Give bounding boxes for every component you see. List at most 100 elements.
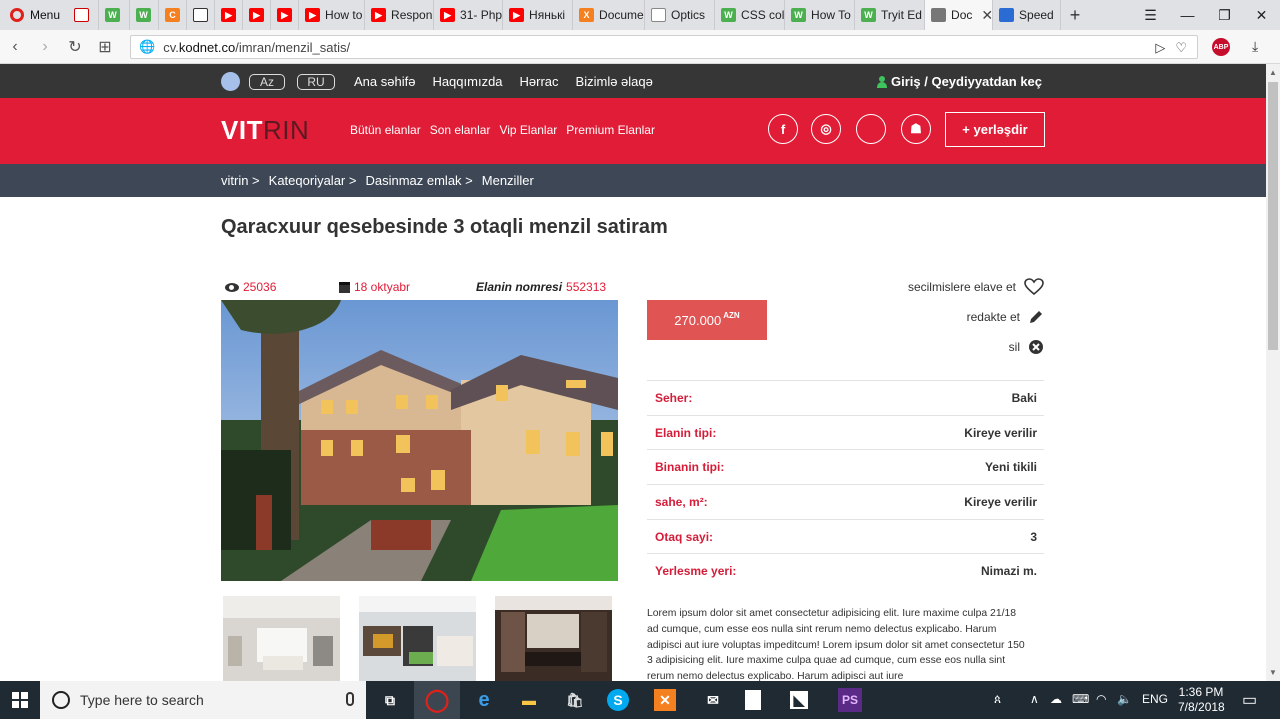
login-link[interactable]: Giriş / Qeydiyyatdan keç	[877, 74, 1042, 89]
url-text: cv.kodnet.co/imran/menzil_satis/	[163, 39, 351, 55]
close-window-icon[interactable]: ✕	[1243, 7, 1280, 24]
crumb-categories[interactable]: Kateqoriyalar >	[269, 173, 357, 188]
wifi-icon[interactable]: ◠	[1096, 692, 1106, 706]
tab-5[interactable]: ▶	[215, 0, 244, 30]
maximize-icon[interactable]: ❐	[1206, 7, 1243, 24]
opera-menu-button[interactable]: Menu	[0, 0, 68, 30]
tab-4[interactable]	[187, 0, 216, 30]
xampp-taskbar-icon[interactable]: ✕	[654, 689, 676, 711]
tab-label: Respon	[391, 8, 433, 22]
action-center-icon[interactable]: ▭	[1242, 690, 1257, 710]
instagram-icon[interactable]: ◎	[811, 114, 841, 144]
tab-7[interactable]: ▶	[271, 0, 300, 30]
tab-6[interactable]: ▶	[243, 0, 272, 30]
crumb-real-estate[interactable]: Dasinmaz emlak >	[365, 173, 472, 188]
scroll-thumb[interactable]	[1268, 82, 1278, 350]
task-view-icon[interactable]: ⧉	[376, 686, 404, 714]
listing-main-photo[interactable]	[221, 300, 618, 581]
thumbnail-kitchen[interactable]	[495, 596, 612, 682]
lang-ru-button[interactable]: RU	[297, 74, 335, 90]
scroll-up-icon[interactable]: ▲	[1269, 68, 1277, 77]
show-hidden-icons-chevron[interactable]: ∧	[1030, 692, 1039, 706]
onedrive-cloud-icon[interactable]: ☁	[1050, 692, 1062, 706]
nav-auction[interactable]: Hərrac	[520, 74, 559, 89]
adblock-plus-icon[interactable]: ABP	[1212, 38, 1230, 56]
crumb-apartments[interactable]: Menziller	[482, 173, 534, 188]
page-scrollbar[interactable]: ▲ ▼	[1266, 64, 1280, 681]
tab-17-active[interactable]: Doc ✕	[925, 0, 994, 30]
sticky-notes-icon[interactable]: ◣	[790, 691, 808, 709]
tab-8[interactable]: ▶ How to	[299, 0, 366, 30]
send-icon[interactable]: ▷	[1155, 40, 1165, 56]
tab-18[interactable]: Speed	[993, 0, 1062, 30]
add-favorite-link[interactable]: secilmislere elave et	[908, 278, 1044, 296]
facebook-icon[interactable]: f	[768, 114, 798, 144]
tab-9[interactable]: ▶ Respon	[365, 0, 435, 30]
tab-1[interactable]: W	[99, 0, 131, 30]
speed-dial-icon[interactable]: ⊞	[90, 37, 120, 57]
opera-taskbar-icon[interactable]: ◯	[423, 686, 451, 714]
tab-15[interactable]: W How To	[785, 0, 856, 30]
lang-az-button[interactable]: Az	[249, 74, 285, 90]
edge-icon[interactable]: e	[470, 686, 498, 714]
scroll-down-icon[interactable]: ▼	[1269, 668, 1277, 677]
crumb-home[interactable]: vitrin >	[221, 173, 260, 188]
tab-11[interactable]: ▶ Нянькі	[503, 0, 574, 30]
tab-0[interactable]	[68, 0, 100, 30]
download-icon[interactable]: ⤓	[1252, 38, 1258, 55]
close-tab-icon[interactable]: ✕	[981, 7, 992, 24]
nav-premium-ads[interactable]: Premium Elanlar	[566, 123, 655, 137]
edit-link[interactable]: redakte et	[967, 309, 1044, 325]
tab-14[interactable]: W CSS col	[715, 0, 786, 30]
minimize-icon[interactable]: —	[1169, 7, 1206, 23]
thumbnail-living-room[interactable]	[223, 596, 340, 682]
android-icon[interactable]: ☗	[901, 114, 931, 144]
store-icon[interactable]: 🛍	[561, 686, 589, 714]
tab-3[interactable]: C	[159, 0, 188, 30]
detail-row: Binanin tipi: Yeni tikili	[647, 449, 1044, 484]
nav-about[interactable]: Haqqımızda	[432, 74, 502, 89]
back-icon[interactable]: ‹	[0, 38, 30, 56]
reload-icon[interactable]: ↻	[60, 37, 90, 57]
tab-2[interactable]: W	[130, 0, 160, 30]
nav-home[interactable]: Ana səhifə	[354, 74, 415, 89]
fingerprint-icon	[931, 8, 947, 22]
input-language[interactable]: ENG	[1142, 692, 1168, 706]
apple-icon[interactable]	[856, 114, 886, 144]
close-circle-icon	[1029, 340, 1043, 354]
people-icon[interactable]: ጰ	[994, 692, 1001, 707]
views-value: 25036	[243, 280, 277, 294]
forward-icon[interactable]: ›	[30, 38, 60, 56]
tab-12[interactable]: X Docume	[573, 0, 646, 30]
skype-icon[interactable]: S	[607, 689, 629, 711]
nav-all-ads[interactable]: Bütün elanlar	[350, 123, 421, 137]
bookmark-heart-icon[interactable]: ♡	[1175, 40, 1187, 56]
nav-latest-ads[interactable]: Son elanlar	[430, 123, 491, 137]
new-tab-plus-icon[interactable]: +	[1061, 5, 1089, 26]
site-logo[interactable]: VITRIN	[221, 115, 309, 146]
tab-menu-icon[interactable]: ☰	[1132, 7, 1169, 24]
date-value: 18 oktyabr	[354, 280, 411, 294]
tab-16[interactable]: W Tryit Ed	[855, 0, 926, 30]
mail-icon[interactable]: ✉	[699, 686, 727, 714]
nav-contact[interactable]: Bizimlə əlaqə	[576, 74, 653, 89]
taskbar-search-input[interactable]: Type here to search	[40, 681, 366, 719]
notepad-icon[interactable]	[745, 690, 761, 710]
delete-link[interactable]: sil	[1009, 339, 1044, 355]
nav-vip-ads[interactable]: Vip Elanlar	[499, 123, 557, 137]
url-field[interactable]: 🌐 cv.kodnet.co/imran/menzil_satis/ ▷ ♡	[130, 35, 1198, 59]
keyboard-icon[interactable]: ⌨	[1072, 692, 1089, 706]
site-top-bar: Az RU Ana səhifə Haqqımızda Hərrac Bizim…	[0, 64, 1266, 98]
tab-10[interactable]: ▶ 31- Php	[434, 0, 504, 30]
search-placeholder: Type here to search	[80, 692, 204, 708]
system-clock[interactable]: 1:36 PM 7/8/2018	[1178, 685, 1225, 715]
post-ad-button[interactable]: + yerləşdir	[945, 112, 1045, 147]
microphone-icon[interactable]	[346, 692, 354, 706]
favorite-label: secilmislere elave et	[907, 280, 1016, 294]
tab-13[interactable]: Optics	[645, 0, 716, 30]
file-explorer-icon[interactable]: ▬	[515, 686, 543, 714]
volume-icon[interactable]: 🔈	[1117, 692, 1132, 706]
phpstorm-icon[interactable]: PS	[838, 688, 862, 712]
thumbnail-interior[interactable]	[359, 596, 476, 682]
windows-start-icon[interactable]	[12, 692, 28, 708]
